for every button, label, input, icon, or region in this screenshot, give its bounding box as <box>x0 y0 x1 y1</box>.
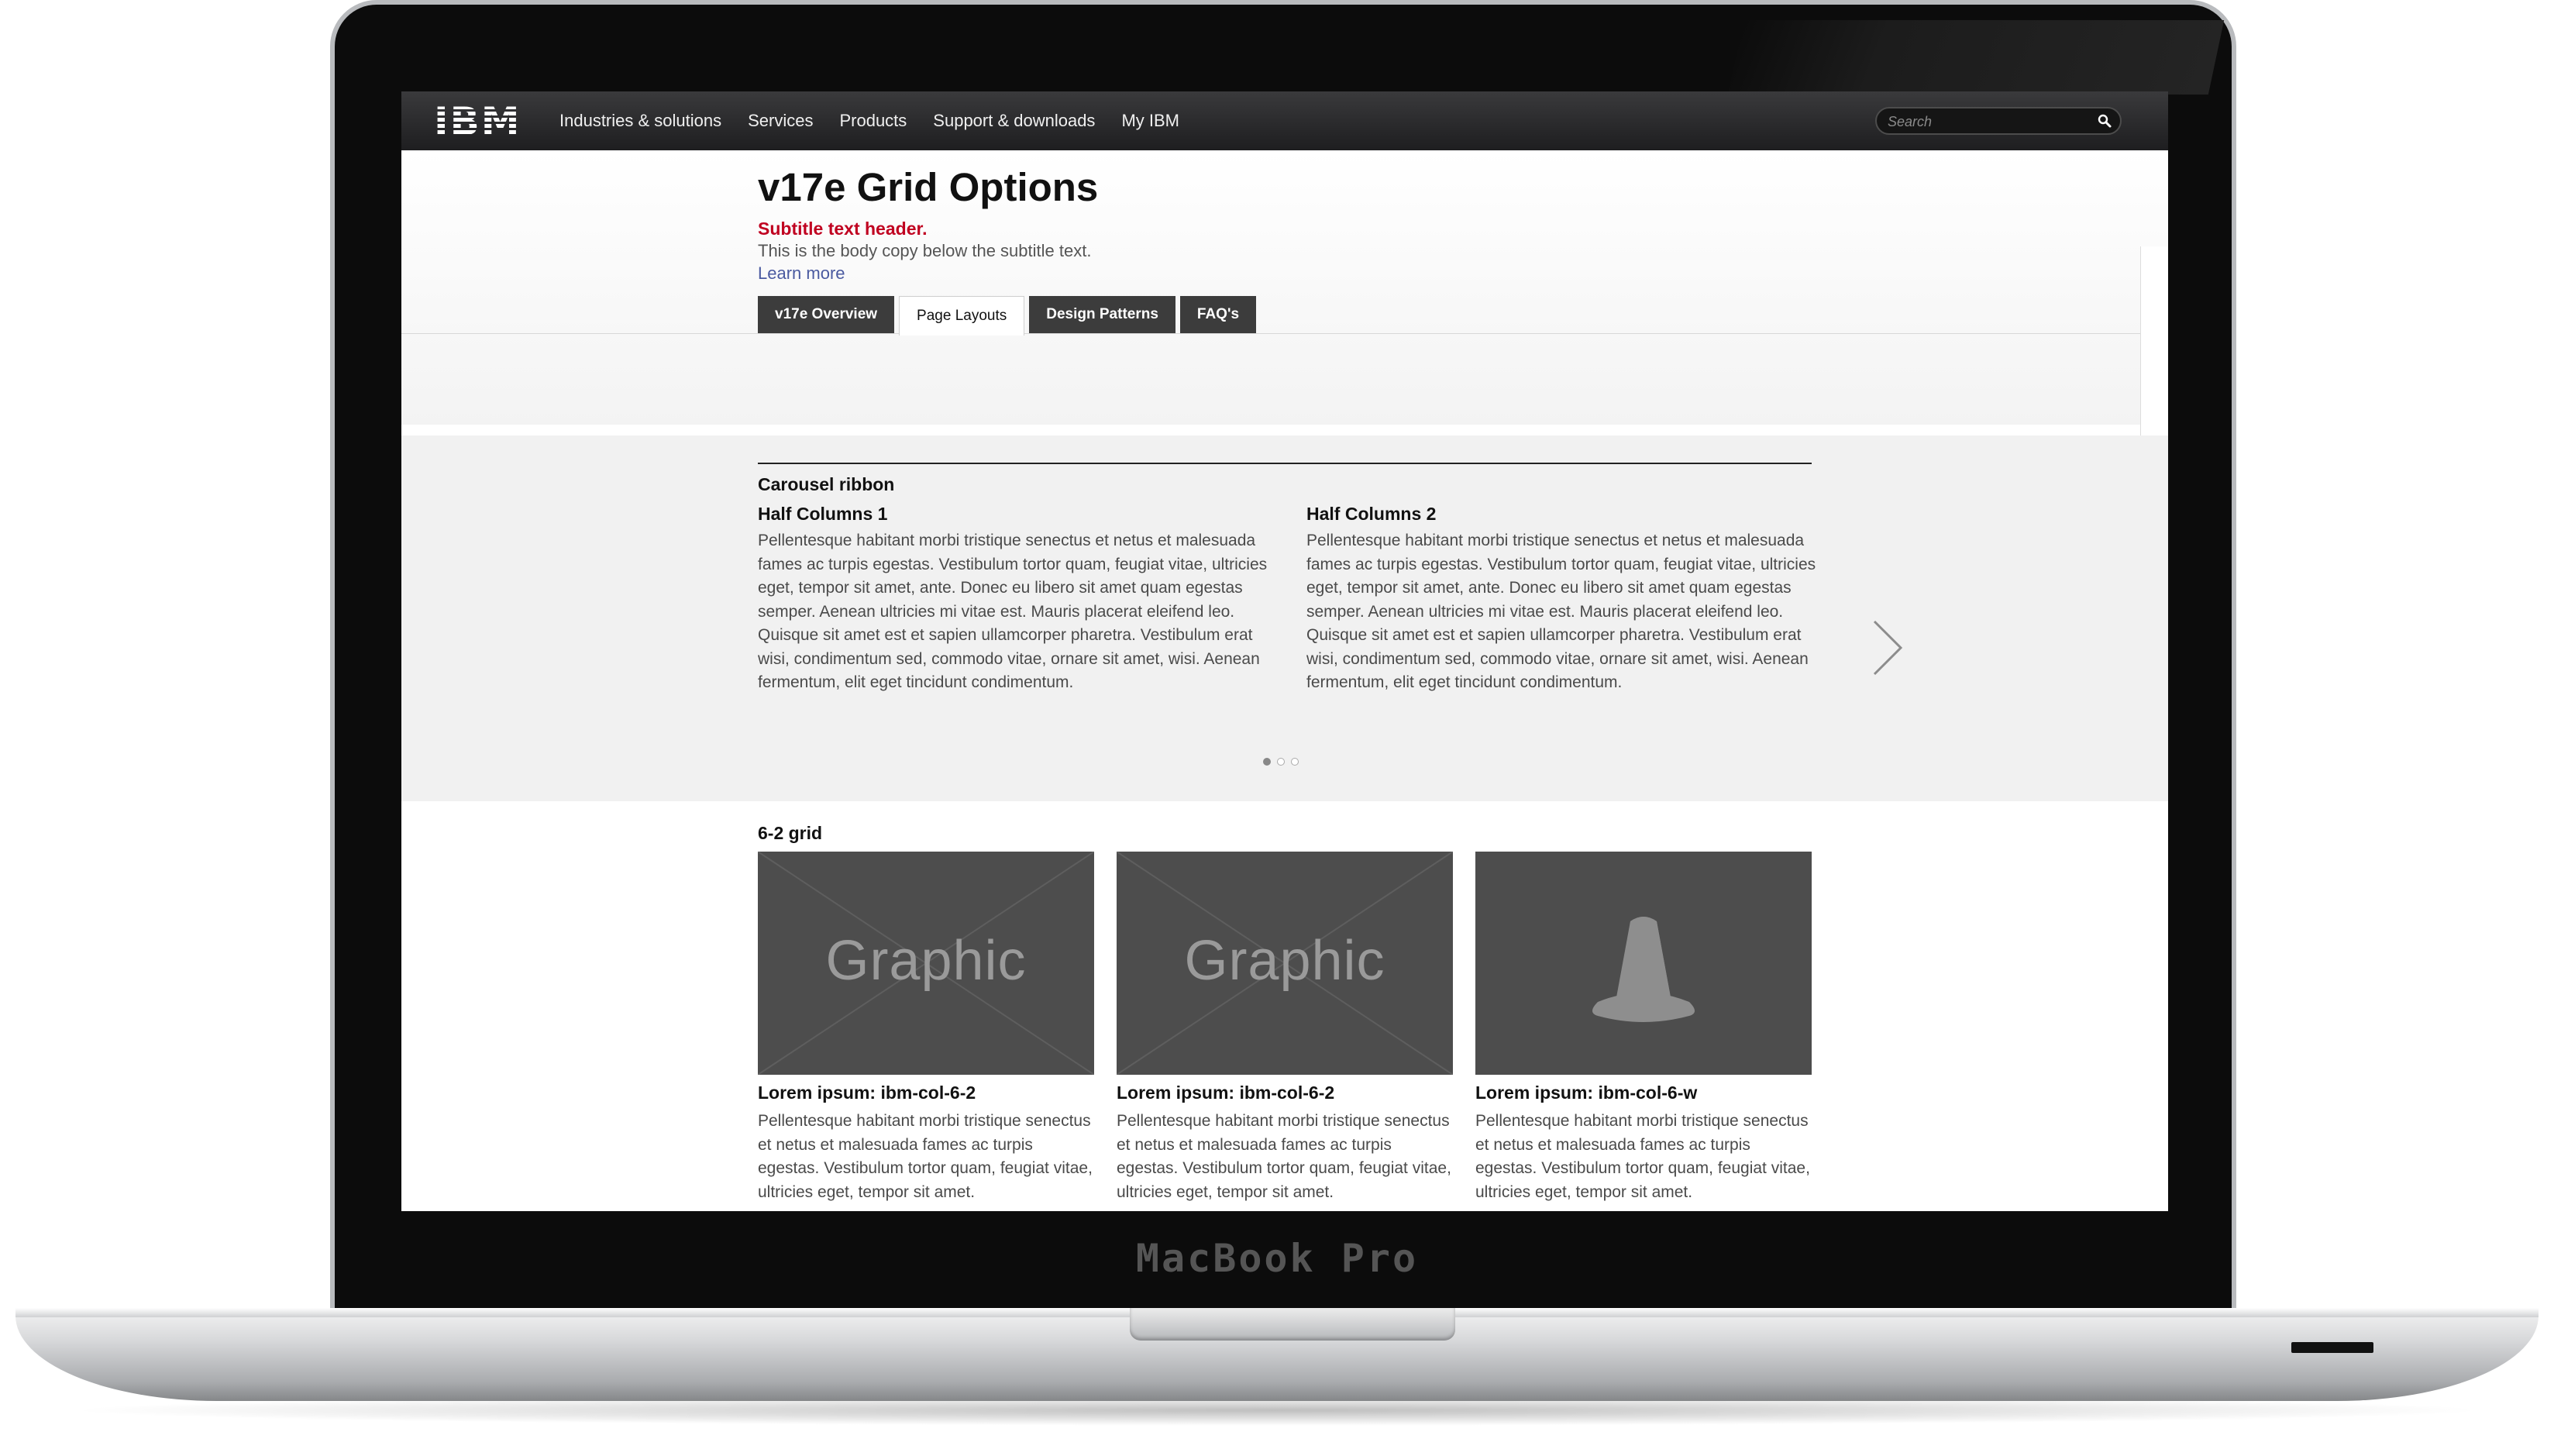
sleep-indicator <box>2291 1342 2373 1353</box>
device-brand-label: MacBook Pro <box>1135 1236 1419 1281</box>
tab-bar: v17e Overview Page Layouts Design Patter… <box>758 296 1257 336</box>
lid-open-notch <box>1130 1308 1455 1341</box>
half-column-2-title: Half Columns 2 <box>1306 504 1437 524</box>
graphic-placeholder-2[interactable]: Graphic <box>1117 852 1453 1075</box>
chevron-right-icon[interactable] <box>1868 617 1907 679</box>
graphic-placeholder-3[interactable] <box>1475 852 1812 1075</box>
tab-design-patterns[interactable]: Design Patterns <box>1029 296 1175 333</box>
side-panel-edge <box>2140 246 2168 438</box>
tab-page-layouts[interactable]: Page Layouts <box>899 296 1025 336</box>
half-column-2-text: Pellentesque habitant morbi tristique se… <box>1306 532 1816 691</box>
card-2-title: Lorem ipsum: ibm-col-6-2 <box>1117 1083 1335 1103</box>
carousel-dot-3[interactable] <box>1291 758 1299 766</box>
lid-glare <box>1727 20 2225 95</box>
half-column-1-text: Pellentesque habitant morbi tristique se… <box>758 532 1268 691</box>
carousel-dot-2[interactable] <box>1277 758 1285 766</box>
body-copy: This is the body copy below the subtitle… <box>758 241 1092 260</box>
tab-faqs[interactable]: FAQ's <box>1179 296 1257 333</box>
nav-item-support[interactable]: Support & downloads <box>933 111 1095 131</box>
carousel-dot-1[interactable] <box>1263 758 1271 766</box>
graphic-label-2: Graphic <box>1184 930 1385 992</box>
tab-divider <box>401 333 2168 334</box>
grid-label: 6-2 grid <box>758 823 823 843</box>
carousel-top-rule <box>758 463 1812 464</box>
graphic-label-1: Graphic <box>825 930 1027 992</box>
browser-screen: IBM Industries & solutions Services Prod… <box>401 91 2168 1211</box>
card-2-text: Pellentesque habitant morbi tristique se… <box>1117 1112 1451 1201</box>
traffic-cone-icon <box>1592 917 1695 1022</box>
tab-v17e-overview[interactable]: v17e Overview <box>758 296 895 333</box>
card-1-text: Pellentesque habitant morbi tristique se… <box>758 1112 1093 1201</box>
subtitle: Subtitle text header. <box>758 219 928 239</box>
main-nav: Industries & solutions Services Products… <box>559 91 1179 150</box>
laptop-base <box>15 1308 2539 1401</box>
graphic-placeholder-1[interactable]: Graphic <box>758 852 1094 1075</box>
card-3-text: Pellentesque habitant morbi tristique se… <box>1475 1112 1810 1201</box>
card-1-title: Lorem ipsum: ibm-col-6-2 <box>758 1083 976 1103</box>
nav-item-my-ibm[interactable]: My IBM <box>1121 111 1179 131</box>
learn-more-link[interactable]: Learn more <box>758 263 845 284</box>
nav-item-services[interactable]: Services <box>748 111 813 131</box>
nav-item-industries[interactable]: Industries & solutions <box>559 111 721 131</box>
half-column-1-title: Half Columns 1 <box>758 504 888 524</box>
card-3-title: Lorem ipsum: ibm-col-6-w <box>1475 1083 1698 1103</box>
page-title: v17e Grid Options <box>758 165 1099 209</box>
search-input[interactable] <box>1886 112 2091 132</box>
page-header <box>401 150 2168 425</box>
search-icon[interactable] <box>2097 113 2112 129</box>
search-box <box>1875 107 2122 135</box>
ibm-logo[interactable]: IBM <box>434 99 521 144</box>
nav-item-products[interactable]: Products <box>839 111 907 131</box>
carousel-pagination <box>1263 758 1299 766</box>
masthead: IBM Industries & solutions Services Prod… <box>401 91 2168 150</box>
carousel-label: Carousel ribbon <box>758 474 895 494</box>
